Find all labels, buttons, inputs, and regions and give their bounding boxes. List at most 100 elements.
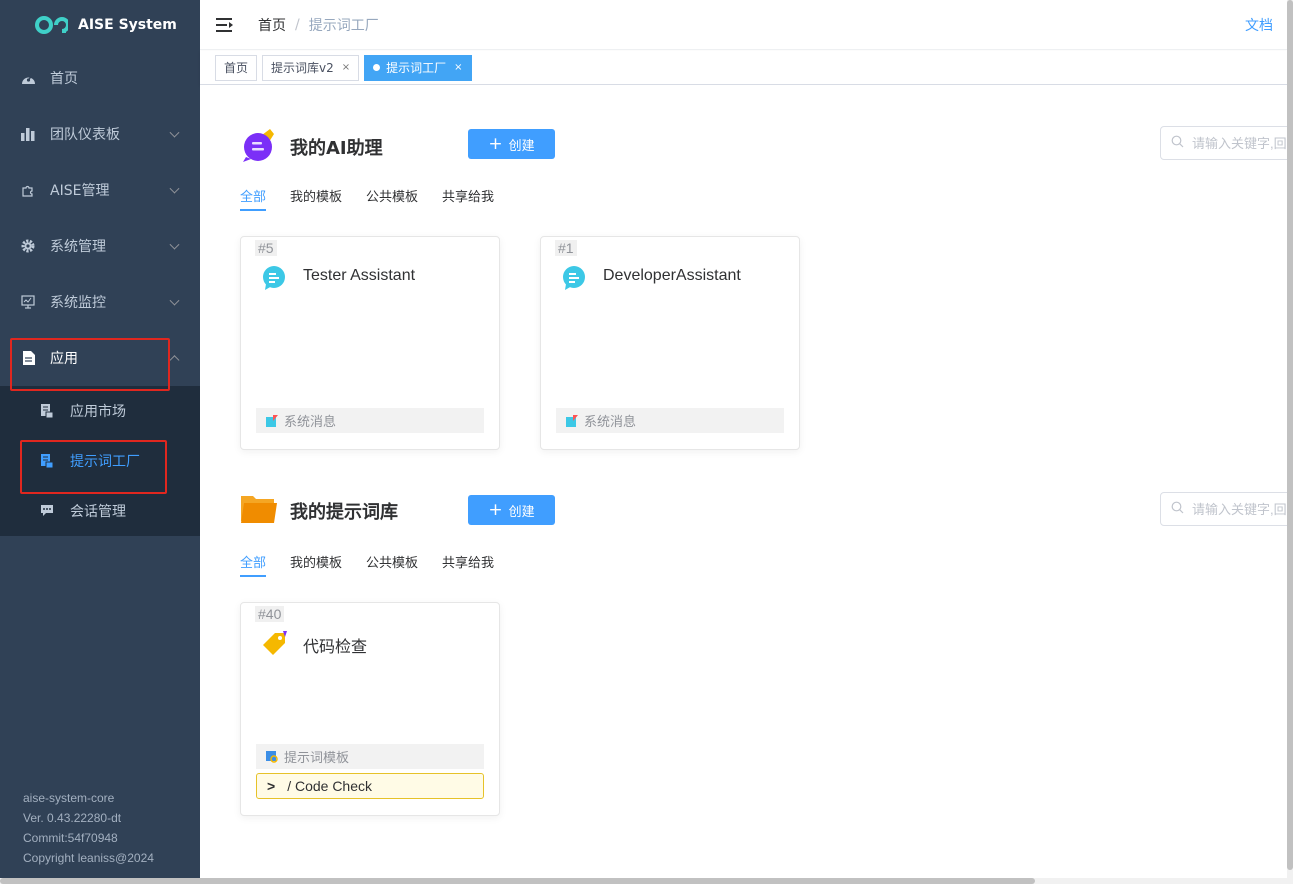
- sidebar-subitem-app-market[interactable]: 应用市场: [0, 386, 200, 436]
- prompt-template-icon: [266, 750, 278, 763]
- sidebar-subitem-label: 提示词工厂: [70, 454, 140, 470]
- section-title: 我的提示词库: [290, 502, 398, 523]
- tab-my-templates[interactable]: 我的模板: [290, 552, 342, 577]
- sidebar-subitem-label: 会话管理: [70, 504, 126, 520]
- logo[interactable]: AISE System: [0, 0, 200, 50]
- sidebar-item-aise-management[interactable]: AISE管理: [0, 162, 200, 218]
- tags-view: 首页 提示词库v2 × 提示词工厂 ×: [200, 51, 1287, 85]
- prompt-card[interactable]: #40 代码检查 提示词模板 > / Code Check: [240, 602, 500, 816]
- folder-icon: [240, 493, 278, 529]
- assistant-card[interactable]: #5 Tester Assistant 系统消息: [240, 236, 500, 450]
- gear-icon: [20, 238, 36, 254]
- create-prompt-button[interactable]: + 创建: [468, 495, 555, 525]
- assistant-tabs: 全部 我的模板 公共模板 共享给我: [240, 186, 518, 211]
- tab-public-templates[interactable]: 公共模板: [366, 186, 418, 211]
- tab-public-templates[interactable]: 公共模板: [366, 552, 418, 577]
- version-copyright: Copyright leaniss@2024: [23, 851, 154, 865]
- prompt-search-input[interactable]: [1192, 501, 1287, 517]
- version-info: aise-system-core Ver. 0.43.22280-dt Comm…: [23, 788, 154, 868]
- active-dot-icon: [373, 64, 381, 71]
- sidebar-item-label: 系统监控: [50, 295, 106, 311]
- chevron-down-icon: [169, 183, 180, 194]
- tag-label: 提示词工厂: [386, 60, 447, 75]
- app-name: AISE System: [78, 17, 177, 33]
- card-footer-label: 提示词模板: [284, 751, 350, 766]
- sidebar-item-label: 系统管理: [50, 239, 106, 255]
- assistant-section-header: 我的AI助理: [240, 127, 383, 167]
- close-icon[interactable]: ×: [454, 56, 462, 80]
- horizontal-scrollbar[interactable]: [0, 878, 1293, 884]
- logo-icon: [34, 15, 68, 35]
- card-footer-label: 系统消息: [584, 415, 637, 430]
- vertical-scrollbar[interactable]: [1287, 0, 1293, 878]
- sidebar-item-applications[interactable]: 应用: [0, 330, 200, 386]
- tag-prompt-factory[interactable]: 提示词工厂 ×: [364, 54, 472, 81]
- sidebar-subitem-prompt-factory[interactable]: 提示词工厂: [0, 436, 200, 486]
- tab-all[interactable]: 全部: [240, 186, 267, 211]
- card-title: DeveloperAssistant: [603, 267, 741, 284]
- breadcrumb-separator: /: [295, 16, 300, 33]
- tab-all[interactable]: 全部: [240, 552, 267, 577]
- dashboard-icon: [20, 70, 36, 86]
- tab-shared-with-me[interactable]: 共享给我: [442, 552, 494, 577]
- section-title: 我的AI助理: [290, 138, 383, 159]
- tag-icon: [261, 631, 287, 657]
- tag-home[interactable]: 首页: [215, 54, 258, 81]
- assistant-search[interactable]: [1160, 126, 1287, 160]
- prompt-factory-icon: [40, 454, 54, 468]
- scrollbar-thumb[interactable]: [0, 878, 1035, 884]
- create-assistant-button[interactable]: + 创建: [468, 129, 555, 159]
- tab-my-templates[interactable]: 我的模板: [290, 186, 342, 211]
- app-market-icon: [40, 404, 54, 418]
- plus-icon: +: [488, 133, 503, 154]
- search-icon: [1171, 135, 1184, 152]
- chevron-down-icon: [169, 239, 180, 250]
- version-number: Ver. 0.43.22280-dt: [23, 811, 122, 825]
- scrollbar-thumb[interactable]: [1287, 0, 1293, 870]
- search-icon: [1171, 501, 1184, 518]
- card-footer: 提示词模板: [256, 744, 484, 769]
- tag-prompt-library-v2[interactable]: 提示词库v2 ×: [262, 54, 360, 81]
- chevron-down-icon: [169, 127, 180, 138]
- chevron-down-icon: [169, 295, 180, 306]
- system-message-icon: [566, 414, 578, 427]
- card-id: #5: [255, 240, 277, 256]
- sidebar-item-system-monitor[interactable]: 系统监控: [0, 274, 200, 330]
- puzzle-icon: [20, 182, 36, 198]
- card-footer: 系统消息: [556, 408, 784, 433]
- tab-shared-with-me[interactable]: 共享给我: [442, 186, 494, 211]
- sidebar-item-label: 应用: [50, 351, 78, 367]
- main-content: 我的AI助理 + 创建 全部 我的模板 公共模板 共享给我 #5 Tester …: [200, 85, 1287, 878]
- command-box: > / Code Check: [256, 773, 484, 799]
- assistant-search-input[interactable]: [1192, 135, 1287, 151]
- sidebar-item-system-management[interactable]: 系统管理: [0, 218, 200, 274]
- card-title: Tester Assistant: [303, 267, 416, 284]
- card-footer-label: 系统消息: [284, 415, 337, 430]
- sidebar-item-home[interactable]: 首页: [0, 50, 200, 106]
- breadcrumb-home[interactable]: 首页: [258, 15, 286, 35]
- system-message-icon: [266, 414, 278, 427]
- chat-bubble-icon: [261, 265, 287, 291]
- prompt-search[interactable]: [1160, 492, 1287, 526]
- chat-icon: [40, 504, 54, 518]
- version-module: aise-system-core: [23, 791, 115, 805]
- sidebar-subitem-label: 应用市场: [70, 404, 126, 420]
- chevron-up-icon: [169, 355, 180, 366]
- sidebar-item-label: AISE管理: [50, 183, 110, 199]
- card-title: 代码检查: [303, 639, 368, 656]
- prompt-tabs: 全部 我的模板 公共模板 共享给我: [240, 552, 518, 577]
- sidebar-item-team-dashboard[interactable]: 团队仪表板: [0, 106, 200, 162]
- sidebar-subitem-session-management[interactable]: 会话管理: [0, 486, 200, 536]
- card-id: #40: [255, 606, 285, 622]
- assistant-card[interactable]: #1 DeveloperAssistant 系统消息: [540, 236, 800, 450]
- document-icon: [20, 350, 36, 366]
- menu-fold-icon[interactable]: [216, 17, 234, 33]
- card-footer: 系统消息: [256, 408, 484, 433]
- app-root: AISE System 首页 团队仪表板 AISE管理 系统管理 系统监控 应用…: [0, 0, 1293, 884]
- version-commit: Commit:54f70948: [23, 831, 118, 845]
- docs-link[interactable]: 文档: [1245, 15, 1273, 35]
- create-button-label: 创建: [508, 138, 535, 154]
- ai-assistant-icon: [240, 127, 278, 167]
- close-icon[interactable]: ×: [342, 56, 350, 80]
- sidebar: AISE System 首页 团队仪表板 AISE管理 系统管理 系统监控 应用…: [0, 0, 200, 878]
